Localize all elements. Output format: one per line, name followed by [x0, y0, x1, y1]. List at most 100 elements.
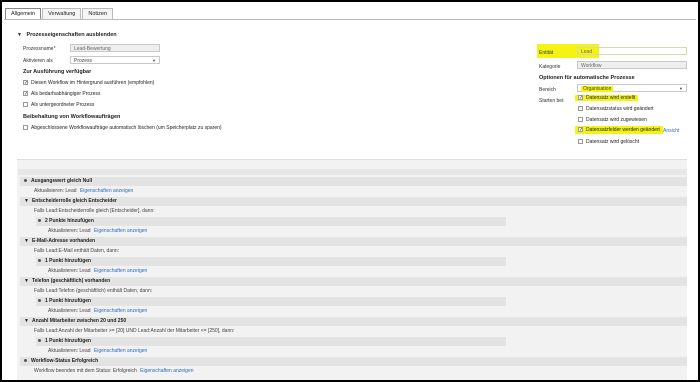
entity-field[interactable]: Lead — [577, 47, 687, 55]
view-properties-link[interactable]: Eigenschaften anzeigen — [80, 188, 133, 194]
tab-divider — [4, 19, 696, 20]
step-header: 2 Punkte hinzufügen — [38, 217, 94, 226]
checkbox-empty-icon[interactable] — [23, 102, 28, 108]
view-properties-link[interactable]: Eigenschaften anzeigen — [94, 308, 147, 314]
step-detail: Workflow beenden mit dem Status: Erfolgr… — [34, 367, 194, 376]
collapse-triangle-icon: ▼ — [17, 32, 22, 38]
designer-toolbar-strip — [18, 169, 687, 175]
step-detail: Falls Lead:E-Mail enthält Daten, dann: — [34, 247, 119, 256]
section-title: Prozesseigenschaften ausblenden — [26, 32, 117, 38]
tab-notizen[interactable]: Notizen — [82, 8, 114, 19]
activate-as-select[interactable]: Prozess ▼ — [70, 56, 160, 64]
scope-select[interactable]: Organisation ▼ — [577, 84, 687, 92]
run-option-label: Diesen Workflow im Hintergrund ausführen… — [31, 80, 155, 86]
run-option-label: Als untergeordneter Prozess — [31, 102, 95, 108]
start-option-assigned[interactable]: Datensatz wird zugewiesen — [578, 117, 647, 123]
step-entity: Erfolgreich — [111, 368, 139, 374]
category-field[interactable]: Workflow — [577, 61, 687, 69]
step-header-bar[interactable] — [20, 177, 687, 186]
checkbox-empty-icon[interactable] — [578, 106, 583, 112]
collapse-triangle-icon[interactable]: ▼ — [24, 278, 29, 284]
category-label: Kategorie — [539, 64, 561, 70]
collapse-triangle-icon[interactable]: ▼ — [24, 318, 29, 324]
step-header: ▼ Telefon (geschäftlich) vorhanden — [24, 277, 110, 286]
process-name-label: Prozessname* — [23, 46, 56, 52]
checkbox-empty-icon[interactable] — [578, 139, 583, 145]
process-name-field[interactable]: Lead-Bewertung — [70, 44, 160, 52]
checkbox-checked-icon[interactable]: ✓ — [578, 127, 583, 133]
start-option-label: Datensatzstatus wird geändert — [586, 106, 654, 112]
step-title: Ausgangswert gleich Null — [31, 178, 93, 184]
retention-heading: Beibehaltung von Workflowaufträgen — [23, 114, 121, 120]
step-bullet-icon[interactable] — [38, 219, 41, 223]
step-header-bar[interactable] — [36, 257, 506, 266]
checkbox-empty-icon[interactable] — [578, 117, 583, 123]
step-title: 2 Punkte hinzufügen — [45, 218, 94, 224]
run-option-label: Als bedarfsabhängiger Prozess — [31, 91, 101, 97]
step-condition: Falls Lead:Entscheiderrolle gleich [Ents… — [34, 208, 155, 214]
step-bullet-icon[interactable] — [38, 339, 41, 343]
view-properties-link[interactable]: Eigenschaften anzeigen — [94, 268, 147, 274]
step-header: 1 Punkt hinzufügen — [38, 297, 91, 306]
run-heading: Zur Ausführung verfügbar — [23, 69, 92, 75]
required-mark: * — [53, 46, 56, 52]
view-properties-link[interactable]: Eigenschaften anzeigen — [94, 228, 147, 234]
step-bullet-icon[interactable] — [24, 359, 27, 363]
step-detail: Aktualisieren: Lead Eigenschaften anzeig… — [48, 227, 147, 236]
run-option-child[interactable]: Als untergeordneter Prozess — [23, 102, 94, 108]
section-toggle[interactable]: ▼ Prozesseigenschaften ausblenden — [17, 32, 117, 38]
start-option-created[interactable]: ✓ Datensatz wird erstellt — [575, 95, 639, 101]
start-option-deleted[interactable]: Datensatz wird gelöscht — [578, 139, 639, 145]
process-name-label-text: Prozessname — [23, 46, 54, 52]
step-header-bar[interactable] — [20, 237, 687, 246]
view-properties-link[interactable]: Eigenschaften anzeigen — [94, 348, 147, 354]
step-bullet-icon[interactable] — [38, 299, 41, 303]
run-option-ondemand[interactable]: ✓ Als bedarfsabhängiger Prozess — [23, 91, 101, 97]
start-option-label: Datensatz wird zugewiesen — [586, 117, 647, 123]
run-option-background[interactable]: ✓ Diesen Workflow im Hintergrund ausführe… — [23, 80, 154, 86]
step-bullet-icon[interactable] — [24, 179, 27, 183]
step-condition: Aktualisieren: — [48, 308, 79, 314]
step-title: Entscheiderrolle gleich Entscheider — [31, 198, 117, 204]
chevron-down-icon: ▼ — [679, 86, 683, 91]
checkbox-checked-icon[interactable]: ✓ — [578, 95, 583, 101]
step-detail: Falls Lead:Anzahl der Mitarbeiter >= [20… — [34, 327, 234, 336]
start-option-fields[interactable]: ✓ Datensatzfelder werden geändert — [575, 126, 663, 134]
retention-option[interactable]: Abgeschlossene Workflowaufträge automati… — [23, 125, 222, 131]
step-header: 1 Punkt hinzufügen — [38, 337, 91, 346]
step-title: 1 Punkt hinzufügen — [45, 258, 92, 264]
step-detail: Aktualisieren: Lead Eigenschaften anzeig… — [48, 307, 147, 316]
tab-allgemein[interactable]: Allgemein — [5, 8, 42, 19]
collapse-triangle-icon[interactable]: ▼ — [24, 238, 29, 244]
step-condition: Falls Lead:Anzahl der Mitarbeiter >= [20… — [34, 328, 235, 334]
checkbox-checked-icon[interactable]: ✓ — [23, 80, 28, 86]
select-fields-link[interactable]: Ansicht — [663, 128, 679, 134]
start-option-status[interactable]: Datensatzstatus wird geändert — [578, 106, 654, 112]
step-condition: Workflow beenden mit dem Status: — [34, 368, 112, 374]
step-header-bar[interactable] — [20, 277, 687, 286]
step-entity: Lead — [78, 308, 92, 314]
step-detail: Aktualisieren: Lead Eigenschaften anzeig… — [34, 187, 133, 196]
step-title: 1 Punkt hinzufügen — [45, 298, 92, 304]
step-header-bar[interactable] — [36, 297, 506, 306]
chevron-down-icon: ▼ — [152, 58, 156, 63]
tab-verwaltung[interactable]: Verwaltung — [42, 8, 82, 19]
view-properties-link[interactable]: Eigenschaften anzeigen — [140, 368, 193, 374]
step-header: ▼ Entscheiderrolle gleich Entscheider — [24, 197, 117, 206]
checkbox-empty-icon[interactable] — [23, 125, 28, 131]
step-header-bar[interactable] — [20, 197, 687, 206]
step-entity: Lead — [64, 188, 78, 194]
start-label: Starten bei: — [539, 98, 565, 104]
collapse-triangle-icon[interactable]: ▼ — [24, 198, 29, 204]
start-option-label: Datensatz wird gelöscht — [586, 139, 640, 145]
step-header: ▼ Anzahl Mitarbeiter zwischen 20 und 250 — [24, 317, 126, 326]
step-header-bar[interactable] — [20, 357, 687, 366]
step-condition: Falls Lead:E-Mail enthält Daten, dann: — [34, 248, 120, 254]
step-condition: Aktualisieren: — [34, 188, 65, 194]
step-header-bar[interactable] — [36, 337, 506, 346]
step-title: Workflow-Status Erfolgreich — [31, 358, 99, 364]
step-bullet-icon[interactable] — [38, 259, 41, 263]
checkbox-checked-icon[interactable]: ✓ — [23, 91, 28, 97]
step-header-bar[interactable] — [36, 217, 506, 226]
step-title: 1 Punkt hinzufügen — [45, 338, 92, 344]
